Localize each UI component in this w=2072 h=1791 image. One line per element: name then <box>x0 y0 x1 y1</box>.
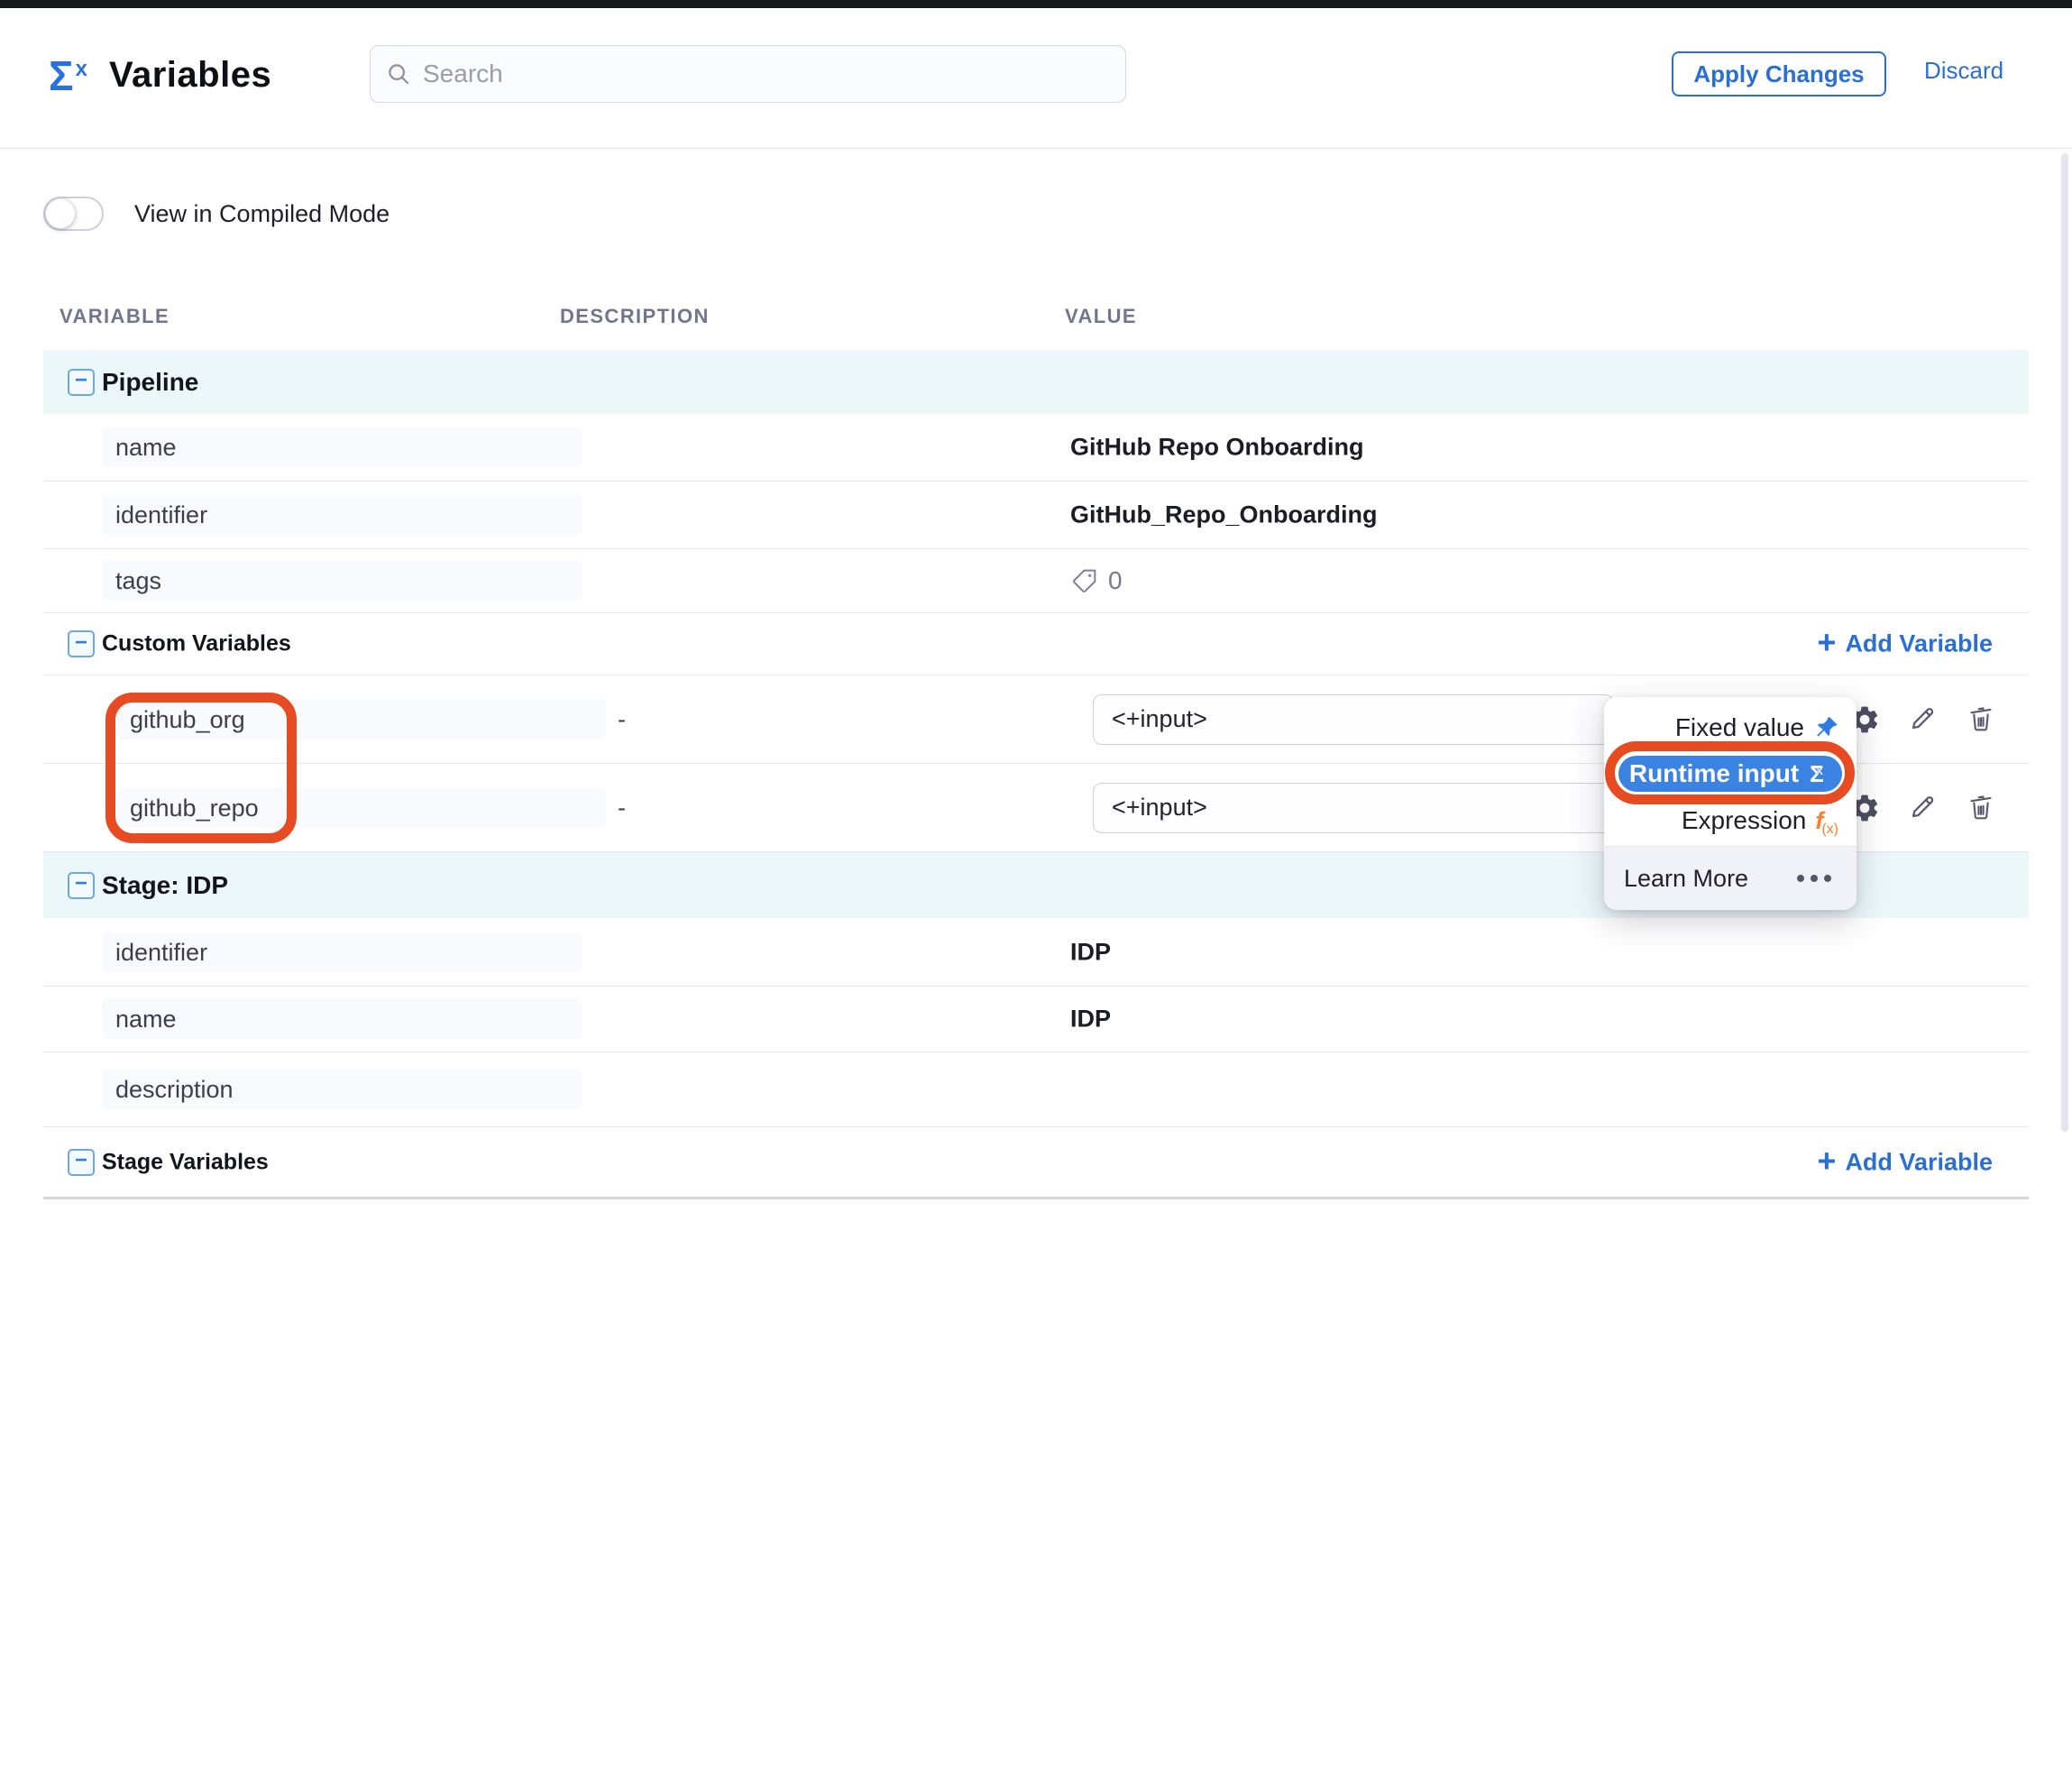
discard-button[interactable]: Discard <box>1924 57 2003 85</box>
variable-description: - <box>618 705 626 733</box>
panel-header: Σx Variables Apply Changes Discard <box>0 8 2072 149</box>
compiled-mode-label: View in Compiled Mode <box>134 200 390 228</box>
variable-value: GitHub_Repo_Onboarding <box>1070 501 1378 529</box>
collapse-icon[interactable]: − <box>68 630 95 657</box>
plus-icon: + <box>1817 1144 1836 1177</box>
subsection-row-stage-variables: − Stage Variables + Add Variable <box>43 1127 2029 1199</box>
sigma-glyph: Σ <box>49 52 74 99</box>
search-icon <box>385 60 412 87</box>
vertical-scrollbar[interactable] <box>2061 153 2068 1132</box>
compiled-mode-row: View in Compiled Mode <box>43 197 390 231</box>
window-top-strip <box>0 0 2072 8</box>
toggle-knob <box>46 199 75 228</box>
apply-changes-button[interactable]: Apply Changes <box>1672 51 1886 96</box>
collapse-icon[interactable]: − <box>68 369 95 396</box>
compiled-mode-toggle[interactable] <box>43 197 104 231</box>
table-row: identifier GitHub_Repo_Onboarding <box>43 482 2029 549</box>
column-description: DESCRIPTION <box>560 305 710 328</box>
variable-name-cell: github_repo <box>116 788 606 828</box>
page-title: Variables <box>109 55 271 96</box>
add-variable-button[interactable]: + Add Variable <box>1817 629 1993 659</box>
table-row: name IDP <box>43 987 2029 1052</box>
variables-panel: Σx Variables Apply Changes Discard View … <box>0 0 2072 1791</box>
edit-pencil-icon[interactable] <box>1907 703 1939 736</box>
search-box[interactable] <box>370 45 1126 103</box>
table-row: name GitHub Repo Onboarding <box>43 414 2029 482</box>
table-row: identifier IDP <box>43 918 2029 987</box>
subsection-title: Stage Variables <box>102 1149 269 1175</box>
edit-pencil-icon[interactable] <box>1907 792 1939 824</box>
section-title: Stage: IDP <box>102 871 228 900</box>
menu-footer-learn-more[interactable]: Learn More <box>1604 846 1857 910</box>
plus-icon: + <box>1817 627 1836 659</box>
sigma-x-icon: Σx <box>1810 759 1831 788</box>
menu-item-expression[interactable]: Expression f(x) <box>1604 801 1857 840</box>
tags-count: 0 <box>1108 566 1123 595</box>
section-title: Pipeline <box>102 368 198 397</box>
value-type-menu: Fixed value Runtime input Σx Expression … <box>1604 697 1857 910</box>
variables-sigma-icon: Σx <box>49 51 86 100</box>
search-input[interactable] <box>423 60 1090 88</box>
delete-trash-icon[interactable] <box>1966 703 1998 736</box>
column-value: VALUE <box>1065 305 1137 328</box>
tags-value: 0 <box>1070 566 1123 595</box>
variable-value: GitHub Repo Onboarding <box>1070 434 1363 462</box>
variable-name-cell: description <box>102 1070 582 1109</box>
pin-icon <box>1813 714 1840 741</box>
subsection-row-custom-variables: − Custom Variables + Add Variable <box>43 613 2029 675</box>
delete-trash-icon[interactable] <box>1966 792 1998 824</box>
table-row: tags 0 <box>43 549 2029 613</box>
variable-value: IDP <box>1070 1006 1111 1033</box>
variable-name-cell: github_org <box>116 700 606 739</box>
variable-description: - <box>618 794 626 822</box>
variable-name-cell: identifier <box>102 932 582 972</box>
table-column-headers: VARIABLE DESCRIPTION VALUE <box>43 305 2029 332</box>
subsection-title: Custom Variables <box>102 631 291 657</box>
menu-item-fixed-value[interactable]: Fixed value <box>1604 708 1857 748</box>
variable-name-cell: identifier <box>102 495 582 535</box>
section-row-pipeline: − Pipeline <box>43 350 2029 414</box>
more-options-icon <box>1797 875 1831 882</box>
tag-icon <box>1070 566 1099 595</box>
variable-name-cell: name <box>102 999 582 1039</box>
fx-icon: f(x) <box>1815 806 1840 835</box>
collapse-icon[interactable]: − <box>68 872 95 899</box>
row-actions <box>1848 792 1998 824</box>
collapse-icon[interactable]: − <box>68 1149 95 1176</box>
menu-item-runtime-input[interactable]: Runtime input Σx <box>1618 756 1842 792</box>
variable-value: IDP <box>1070 938 1111 966</box>
variable-name-cell: tags <box>102 561 582 601</box>
add-variable-button[interactable]: + Add Variable <box>1817 1147 1993 1177</box>
column-variable: VARIABLE <box>60 305 170 328</box>
row-actions <box>1848 703 1998 736</box>
table-row: description <box>43 1052 2029 1127</box>
runtime-input-field[interactable]: <+input> <box>1093 694 1614 745</box>
sigma-sup-glyph: x <box>76 57 87 81</box>
runtime-input-field[interactable]: <+input> <box>1093 783 1614 833</box>
variable-name-cell: name <box>102 427 582 467</box>
